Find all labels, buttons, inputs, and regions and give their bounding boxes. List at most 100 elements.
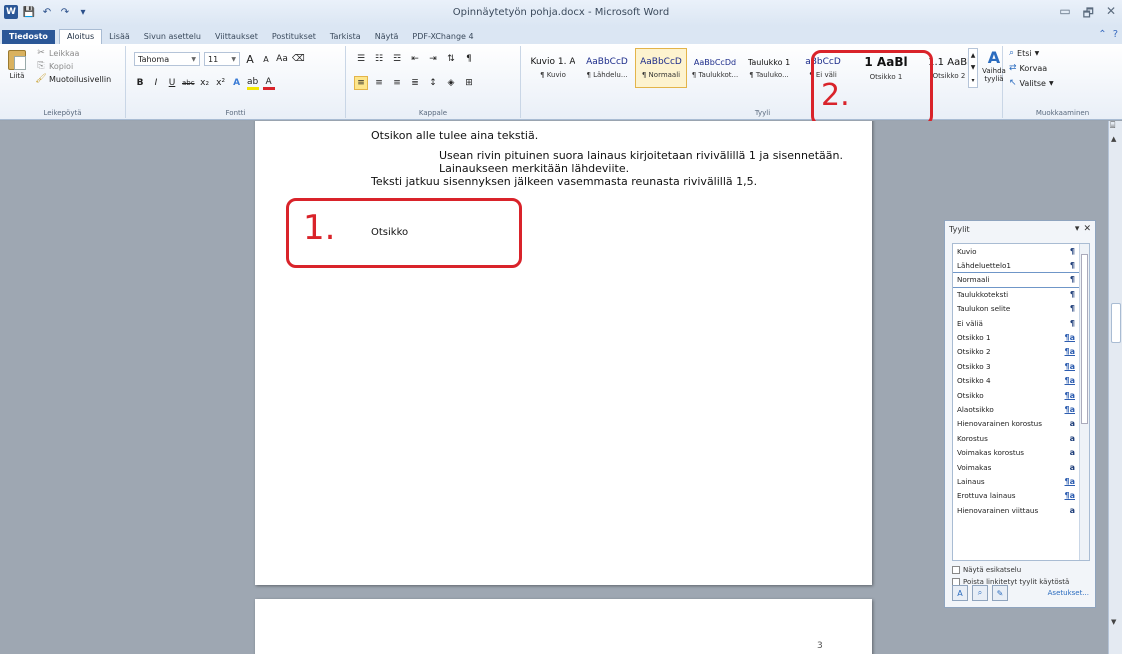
text-effects-button[interactable]: A (231, 76, 243, 90)
cut-button[interactable]: ✂ Leikkaa (36, 48, 111, 58)
style-item[interactable]: Voimakas a (953, 460, 1089, 474)
sort-icon[interactable]: ⇅ (444, 52, 458, 66)
line-spacing-icon[interactable]: ↕ (426, 76, 440, 90)
style-item[interactable]: Taulukon selite ¶ (953, 302, 1089, 316)
bold-button[interactable]: B (134, 76, 146, 90)
style-item[interactable]: Kuvio ¶ (953, 244, 1089, 258)
style-item[interactable]: Voimakas korostus a (953, 445, 1089, 459)
scrollbar-thumb[interactable] (1111, 303, 1121, 343)
tab-view[interactable]: Näytä (368, 30, 406, 44)
paste-button[interactable]: Liitä (6, 50, 28, 90)
close-icon[interactable]: ✕ (1083, 224, 1091, 234)
style-inspector-icon[interactable]: ⌕ (972, 585, 988, 601)
gallery-scrollbar[interactable]: ▲ ▼ ▾ (968, 48, 978, 88)
style-tile-normaali[interactable]: AaBbCcD ¶ Normaali (635, 48, 687, 88)
style-item[interactable]: Otsikko ¶a (953, 388, 1089, 402)
tab-references[interactable]: Viittaukset (208, 30, 265, 44)
highlight-button[interactable]: ab (246, 76, 259, 90)
minimize-ribbon-icon[interactable]: ⌃ (1098, 29, 1106, 40)
multilevel-list-icon[interactable]: ☲ (390, 52, 404, 66)
subscript-button[interactable]: x₂ (199, 76, 211, 90)
find-button[interactable]: ⌕ Etsi ▼ (1009, 48, 1054, 58)
restore-button[interactable]: 🗗 (1083, 4, 1094, 25)
style-tile-kuvio[interactable]: Kuvio 1. A ¶ Kuvio (527, 48, 579, 88)
align-center-icon[interactable]: ≡ (372, 76, 386, 90)
style-item[interactable]: Otsikko 1 ¶a (953, 330, 1089, 344)
align-right-icon[interactable]: ≡ (390, 76, 404, 90)
strikethrough-button[interactable]: abc (182, 76, 195, 90)
style-item[interactable]: Lainaus ¶a (953, 474, 1089, 488)
tab-review[interactable]: Tarkista (323, 30, 368, 44)
decrease-indent-icon[interactable]: ⇤ (408, 52, 422, 66)
style-item[interactable]: Erottuva lainaus ¶a (953, 489, 1089, 503)
styles-list-scrollbar[interactable] (1079, 244, 1089, 560)
shading-icon[interactable]: ◈ (444, 76, 458, 90)
replace-button[interactable]: ⇄ Korvaa (1009, 63, 1054, 73)
chevron-up-icon[interactable]: ▲ (971, 52, 976, 59)
paragraph-style-icon: ¶ (1069, 289, 1075, 299)
show-formatting-marks-icon[interactable]: ¶ (462, 52, 476, 66)
minimize-button[interactable]: ▭ (1059, 4, 1070, 25)
change-case-button[interactable]: Aa (276, 52, 288, 66)
superscript-button[interactable]: x² (215, 76, 227, 90)
format-painter-button[interactable]: 🖌 Muotoilusivellin (35, 74, 111, 84)
vertical-scrollbar[interactable]: ⌸ ▲ ▼ (1108, 121, 1122, 654)
style-item[interactable]: Ei väliä ¶ (953, 316, 1089, 330)
new-style-icon[interactable]: A (952, 585, 968, 601)
document-page[interactable]: Otsikon alle tulee aina tekstiä. Usean r… (255, 121, 872, 585)
italic-button[interactable]: I (150, 76, 162, 90)
style-item-label: Hienovarainen korostus (957, 419, 1042, 429)
numbering-icon[interactable]: ☷ (372, 52, 386, 66)
borders-icon[interactable]: ⊞ (462, 76, 476, 90)
grow-font-button[interactable]: A (244, 52, 256, 66)
style-item[interactable]: Korostus a (953, 431, 1089, 445)
align-left-icon[interactable]: ≡ (354, 76, 368, 90)
chevron-down-icon[interactable]: ▾ (1075, 224, 1080, 234)
chevron-down-icon[interactable]: ▼ (1111, 618, 1116, 626)
scrollbar-thumb[interactable] (1081, 254, 1088, 424)
style-item[interactable]: Hienovarainen korostus a (953, 417, 1089, 431)
clear-formatting-button[interactable]: ⌫ (292, 52, 305, 66)
style-name: ¶ Taulukkot... (691, 70, 739, 79)
select-button[interactable]: ↖ Valitse ▼ (1009, 78, 1054, 88)
underline-button[interactable]: U (166, 76, 178, 90)
more-icon[interactable]: ▾ (971, 77, 974, 84)
style-tile-taulukkoteksti[interactable]: AaBbCcDd ¶ Taulukkot... (689, 48, 741, 88)
checkbox-box[interactable] (952, 566, 960, 574)
tab-pdf-xchange[interactable]: PDF-XChange 4 (405, 30, 480, 44)
font-family-select[interactable]: Tahoma ▼ (134, 52, 200, 66)
style-item[interactable]: Alaotsikko ¶a (953, 402, 1089, 416)
tab-home[interactable]: Aloitus (58, 29, 103, 44)
style-item[interactable]: Otsikko 4 ¶a (953, 374, 1089, 388)
style-item[interactable]: Hienovarainen viittaus a (953, 503, 1089, 517)
help-icon[interactable]: ? (1113, 29, 1118, 40)
style-tile-lahdeluettelo[interactable]: AaBbCcD ¶ Lähdelu... (581, 48, 633, 88)
close-button[interactable]: ✕ (1106, 4, 1116, 25)
ruler-icon[interactable]: ⌸ (1110, 121, 1115, 131)
manage-styles-icon[interactable]: ✎ (992, 585, 1008, 601)
document-page-next[interactable]: 3 (255, 599, 872, 654)
tab-file[interactable]: Tiedosto (2, 30, 55, 44)
font-color-button[interactable]: A (262, 76, 275, 90)
style-item[interactable]: Taulukkoteksti ¶ (953, 287, 1089, 301)
style-item[interactable]: Otsikko 3 ¶a (953, 359, 1089, 373)
document-area[interactable]: Otsikon alle tulee aina tekstiä. Usean r… (0, 121, 1108, 654)
font-size-select[interactable]: 11 ▼ (204, 52, 240, 66)
style-tile-taulukon-selite[interactable]: Taulukko 1 ¶ Tauluko... (743, 48, 795, 88)
style-item-selected[interactable]: Normaali ¶ (953, 271, 1089, 289)
style-item[interactable]: Lähdeluettelo1 ¶ (953, 258, 1089, 272)
justify-icon[interactable]: ≣ (408, 76, 422, 90)
tab-insert[interactable]: Lisää (102, 30, 137, 44)
styles-pane-header: Tyylit ▾ ✕ (945, 221, 1095, 237)
chevron-down-icon[interactable]: ▼ (971, 64, 976, 71)
options-link[interactable]: Asetukset... (1048, 589, 1089, 597)
copy-button[interactable]: ⎘ Kopioi (36, 61, 111, 71)
style-item[interactable]: Otsikko 2 ¶a (953, 345, 1089, 359)
show-preview-checkbox[interactable]: Näytä esikatselu (952, 566, 1069, 574)
tab-page-layout[interactable]: Sivun asettelu (137, 30, 208, 44)
shrink-font-button[interactable]: A (260, 52, 272, 66)
increase-indent-icon[interactable]: ⇥ (426, 52, 440, 66)
chevron-up-icon[interactable]: ▲ (1111, 135, 1116, 143)
tab-mailings[interactable]: Postitukset (265, 30, 323, 44)
bullets-icon[interactable]: ☰ (354, 52, 368, 66)
